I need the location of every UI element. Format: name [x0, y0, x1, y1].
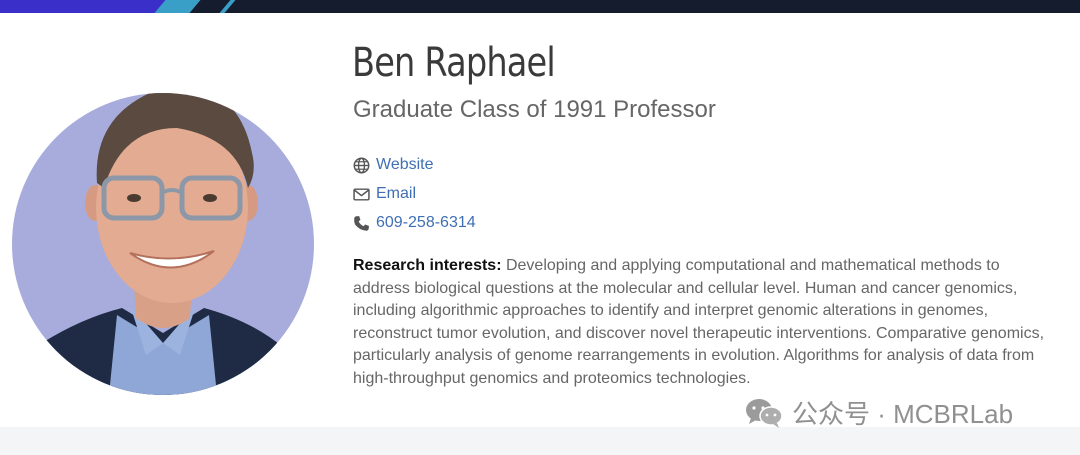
- envelope-icon: [353, 186, 370, 203]
- phone-link[interactable]: 609-258-6314: [353, 214, 476, 232]
- globe-icon: [353, 157, 370, 174]
- email-label: Email: [376, 185, 417, 202]
- research-heading: Research interests:: [353, 257, 502, 274]
- page-footer-band: [0, 427, 1080, 455]
- site-header-bar: [0, 0, 1080, 13]
- profile-title: Graduate Class of 1991 Professor: [353, 96, 716, 123]
- research-interests: Research interests: Developing and apply…: [353, 255, 1058, 390]
- profile-name: Ben Raphael: [352, 40, 556, 86]
- wechat-icon: [744, 397, 784, 429]
- website-label: Website: [376, 156, 434, 173]
- website-link[interactable]: Website: [353, 156, 434, 174]
- profile-photo: [12, 93, 314, 395]
- watermark-text: 公众号 · MCBRLab: [792, 399, 1014, 429]
- email-link[interactable]: Email: [353, 185, 416, 203]
- phone-icon: [353, 215, 370, 232]
- research-text: Developing and applying computational an…: [353, 257, 1045, 387]
- wechat-watermark: 公众号 · MCBRLab: [744, 394, 1013, 431]
- phone-number: 609-258-6314: [376, 214, 476, 231]
